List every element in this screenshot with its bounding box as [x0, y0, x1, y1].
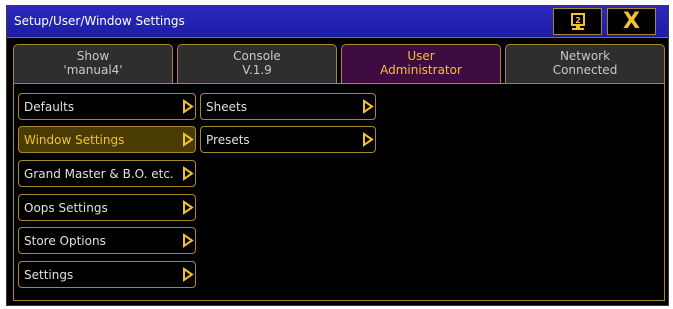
tab-network[interactable]: Network Connected — [505, 44, 665, 84]
chevron-right-icon — [183, 166, 194, 181]
close-button[interactable]: X — [607, 8, 656, 35]
menu-item-defaults[interactable]: Defaults — [18, 93, 196, 120]
menu-item-label: Window Settings — [24, 133, 125, 147]
tab-bar: Show 'manual4' Console V.1.9 User Admini… — [13, 44, 665, 84]
settings-panel: Defaults Window Settings Grand Master & … — [13, 84, 665, 301]
tab-user-label: User — [407, 49, 435, 63]
chevron-right-icon — [183, 233, 194, 248]
tab-show-sub: 'manual4' — [63, 63, 123, 77]
help-icon: 2 — [570, 12, 585, 30]
menu-item-oops-settings[interactable]: Oops Settings — [18, 194, 196, 221]
tab-show-label: Show — [76, 49, 110, 63]
menu-item-label: Store Options — [24, 234, 106, 248]
menu-item-window-settings[interactable]: Window Settings — [18, 126, 196, 153]
menu-item-grand-master[interactable]: Grand Master & B.O. etc. — [18, 160, 196, 187]
menu-item-label: Oops Settings — [24, 201, 108, 215]
tab-user[interactable]: User Administrator — [341, 44, 501, 84]
setup-window: Setup/User/Window Settings 2 X Show 'man… — [6, 5, 669, 306]
menu-item-label: Grand Master & B.O. etc. — [24, 167, 174, 181]
submenu-item-label: Sheets — [206, 100, 247, 114]
submenu-item-sheets[interactable]: Sheets — [200, 93, 376, 120]
submenu-item-presets[interactable]: Presets — [200, 126, 376, 153]
window-title: Setup/User/Window Settings — [14, 14, 185, 28]
tab-user-sub: Administrator — [380, 63, 462, 77]
tab-network-label: Network — [559, 49, 611, 63]
chevron-right-icon — [363, 99, 374, 114]
menu-item-store-options[interactable]: Store Options — [18, 227, 196, 254]
svg-text:2: 2 — [575, 16, 581, 25]
tab-console[interactable]: Console V.1.9 — [177, 44, 337, 84]
menu-item-settings[interactable]: Settings — [18, 261, 196, 288]
close-icon: X — [623, 8, 640, 34]
chevron-right-icon — [183, 99, 194, 114]
chevron-right-icon — [183, 267, 194, 282]
chevron-right-icon — [183, 132, 194, 147]
chevron-right-icon — [183, 200, 194, 215]
chevron-right-icon — [363, 132, 374, 147]
menu-item-label: Defaults — [24, 100, 75, 114]
tab-network-sub: Connected — [552, 63, 618, 77]
tab-console-label: Console — [233, 49, 281, 63]
submenu-item-label: Presets — [206, 133, 250, 147]
tab-console-sub: V.1.9 — [242, 63, 272, 77]
tab-show[interactable]: Show 'manual4' — [13, 44, 173, 84]
menu-item-label: Settings — [24, 268, 74, 282]
help-button[interactable]: 2 — [553, 8, 602, 35]
title-bar: Setup/User/Window Settings 2 X — [7, 6, 668, 38]
